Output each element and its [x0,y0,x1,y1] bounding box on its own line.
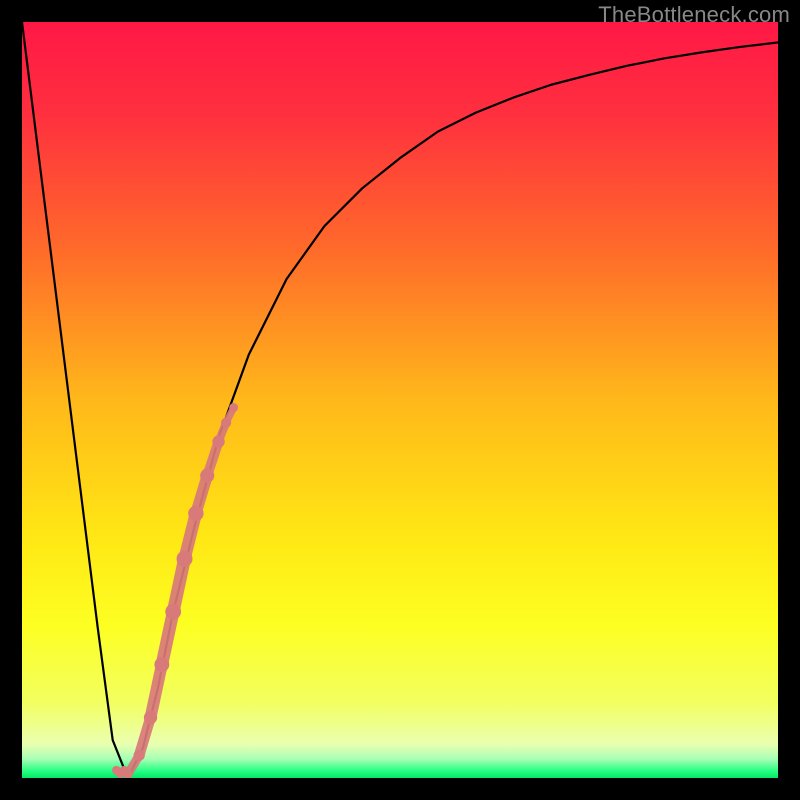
chart-svg [22,22,778,778]
chart-frame: TheBottleneck.com [0,0,800,800]
plot-area [22,22,778,778]
gradient-background [22,22,778,778]
